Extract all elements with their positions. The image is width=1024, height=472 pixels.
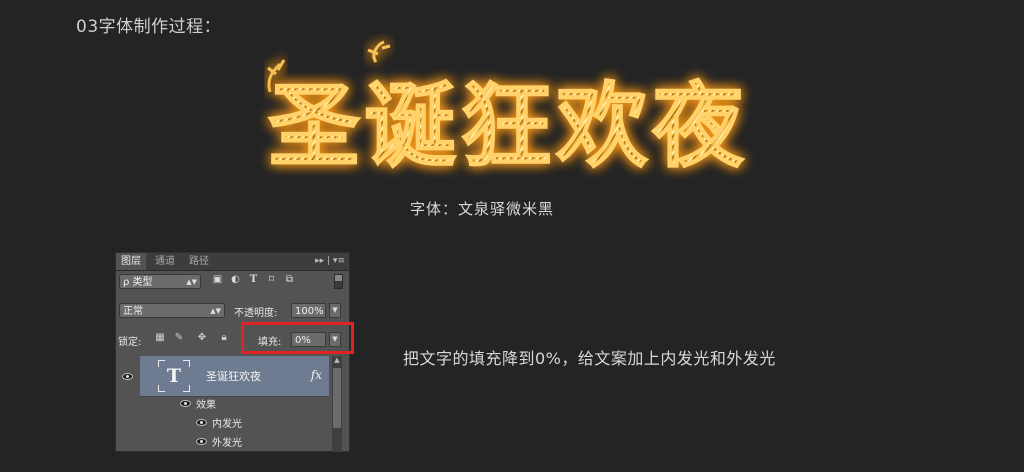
shape-filter-icon[interactable]: ⌑ — [265, 274, 278, 286]
glowing-title-text: 圣诞狂欢夜 — [268, 73, 748, 180]
opacity-value: 100% — [295, 306, 324, 317]
layer-effects-fx-icon[interactable]: fx — [311, 368, 322, 382]
filter-row: ρ 类型 ▲▼ ▣ ◐ T ⌑ ⧉ — [116, 272, 349, 292]
chevron-down-icon: ▲▼ — [186, 278, 197, 286]
blend-mode-value: 正常 — [123, 306, 143, 317]
effects-visibility-eye-icon[interactable] — [180, 400, 191, 407]
opacity-input[interactable]: 100% — [291, 303, 326, 318]
lock-label: 锁定: — [118, 337, 142, 348]
opacity-dropdown-button[interactable]: ▼ — [329, 303, 341, 318]
panel-scrollbar[interactable]: ▲ — [332, 356, 342, 452]
lock-all-icon[interactable]: 🔒︎ — [218, 331, 230, 345]
effect-inner-glow[interactable]: 内发光 — [212, 415, 242, 430]
lock-transparent-icon[interactable]: ▦ — [154, 331, 166, 345]
tutorial-canvas: 03字体制作过程： 圣诞狂欢夜 字体：文泉驿微米黑 图层 通道 路径 ▸▸ | … — [0, 0, 1024, 472]
fill-highlight-box — [241, 322, 354, 354]
layer-name[interactable]: 圣诞狂欢夜 — [206, 368, 261, 384]
font-caption: 字体：文泉驿微米黑 — [410, 200, 555, 218]
filter-toggle-switch[interactable] — [334, 274, 343, 289]
filter-type-label: ρ 类型 — [123, 277, 153, 288]
blend-row: 正常 ▲▼ 不透明度: 100% ▼ — [116, 302, 349, 322]
inner-glow-visibility-eye-icon[interactable] — [196, 419, 207, 426]
antler-right-decoration — [367, 40, 391, 63]
visibility-column — [116, 356, 140, 452]
effect-outer-glow[interactable]: 外发光 — [212, 434, 242, 449]
panel-tab-bar: 图层 通道 路径 ▸▸ | ▾≡ — [116, 253, 349, 271]
tab-channels[interactable]: 通道 — [150, 253, 180, 270]
tab-paths[interactable]: 路径 — [184, 253, 214, 270]
type-filter-icon[interactable]: T — [247, 274, 260, 286]
smart-object-filter-icon[interactable]: ⧉ — [283, 274, 296, 286]
divider — [140, 396, 329, 397]
glowing-title-svg: 圣诞狂欢夜 — [267, 40, 748, 181]
blend-mode-dropdown[interactable]: 正常 ▲▼ — [119, 303, 225, 318]
step-title: 03字体制作过程： — [76, 17, 222, 37]
layer-visibility-eye-icon[interactable] — [122, 373, 133, 380]
adjustment-filter-icon[interactable]: ◐ — [229, 274, 242, 286]
lock-paint-icon[interactable]: ✎ — [173, 331, 185, 345]
text-layer-thumbnail: T — [157, 359, 191, 393]
type-layer-icon: T — [166, 365, 182, 387]
filter-type-dropdown[interactable]: ρ 类型 ▲▼ — [119, 274, 201, 289]
step-description: 把文字的填充降到0%，给文案加上内发光和外发光 — [403, 349, 776, 368]
scrollbar-thumb[interactable] — [333, 368, 341, 428]
lock-move-icon[interactable]: ✥ — [196, 331, 208, 345]
tab-layers[interactable]: 图层 — [116, 253, 146, 270]
outer-glow-visibility-eye-icon[interactable] — [196, 438, 207, 445]
image-filter-icon[interactable]: ▣ — [211, 274, 224, 286]
scroll-up-arrow-icon[interactable]: ▲ — [332, 356, 342, 364]
chevron-down-icon: ▲▼ — [210, 307, 221, 315]
text-layer-row[interactable]: T 圣诞狂欢夜 fx — [140, 356, 329, 396]
panel-menu-icon[interactable]: ▸▸ | ▾≡ — [315, 253, 345, 270]
opacity-label: 不透明度: — [234, 308, 278, 319]
effects-group-label[interactable]: 效果 — [196, 396, 216, 411]
glowing-title-artwork: 圣诞狂欢夜 — [238, 40, 778, 190]
